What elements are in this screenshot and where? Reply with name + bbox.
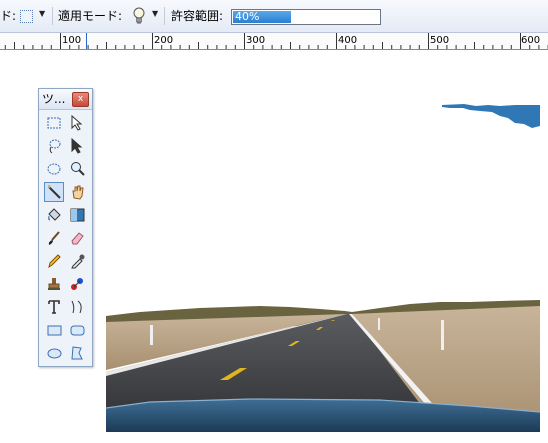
lasso-select-tool-icon[interactable]	[44, 136, 64, 156]
pan-tool-icon[interactable]	[67, 182, 87, 202]
eraser-tool-icon[interactable]	[67, 228, 87, 248]
paint-bucket-tool-icon[interactable]	[44, 205, 64, 225]
tools-window-titlebar[interactable]: ツ... x	[39, 89, 92, 110]
gradient-tool-icon[interactable]	[67, 205, 87, 225]
ruler-ticks	[4, 33, 548, 49]
selection-mode-icon[interactable]	[20, 10, 33, 23]
pencil-tool-icon[interactable]	[44, 251, 64, 271]
ruler-label-300: 300	[246, 35, 266, 46]
move-selection-tool-icon[interactable]	[67, 113, 87, 133]
close-icon[interactable]: x	[72, 92, 89, 107]
line-curve-tool-icon[interactable]	[67, 297, 87, 317]
tools-window-title: ツ...	[42, 92, 66, 106]
toolbar-separator	[164, 7, 165, 25]
color-picker-tool-icon[interactable]	[67, 251, 87, 271]
ruler-label-200: 200	[154, 35, 174, 46]
zoom-tool-icon[interactable]	[67, 159, 87, 179]
move-selected-pixels-tool-icon[interactable]	[67, 136, 87, 156]
flood-mode-label: 適用モード:	[58, 9, 123, 23]
flood-mode-dropdown-arrow-icon[interactable]: ▼	[152, 9, 158, 18]
ruler-label-400: 400	[338, 35, 358, 46]
ellipse-tool-icon[interactable]	[44, 343, 64, 363]
ruler-label-600: 600	[521, 35, 541, 46]
tools-window[interactable]: ツ... x	[38, 88, 93, 367]
paintbrush-tool-icon[interactable]	[44, 228, 64, 248]
clone-stamp-tool-icon[interactable]	[44, 274, 64, 294]
tolerance-slider[interactable]: 40%	[231, 9, 381, 25]
magic-wand-tool-icon[interactable]	[44, 182, 64, 202]
selection-mode-dropdown-arrow-icon[interactable]: ▼	[39, 9, 45, 18]
toolbar-separator	[52, 7, 53, 25]
ruler-label-500: 500	[430, 35, 450, 46]
horizontal-ruler: 100 200 300 400 500 600	[0, 33, 548, 50]
tolerance-label: 許容範囲:	[171, 9, 224, 23]
tolerance-value: 40%	[235, 10, 260, 23]
rectangle-tool-icon[interactable]	[44, 320, 64, 340]
rectangle-select-tool-icon[interactable]	[44, 113, 64, 133]
tool-options-toolbar: ド: ▼ 適用モード: ▼ 許容範囲: 40%	[0, 0, 548, 33]
selection-mode-label: ド:	[0, 9, 17, 23]
ellipse-select-tool-icon[interactable]	[44, 159, 64, 179]
recolor-tool-icon[interactable]	[67, 274, 87, 294]
freeform-shape-tool-icon[interactable]	[67, 343, 87, 363]
flood-mode-bulb-icon[interactable]	[131, 6, 147, 26]
text-tool-icon[interactable]	[44, 297, 64, 317]
rounded-rectangle-tool-icon[interactable]	[67, 320, 87, 340]
ruler-label-100: 100	[62, 35, 82, 46]
